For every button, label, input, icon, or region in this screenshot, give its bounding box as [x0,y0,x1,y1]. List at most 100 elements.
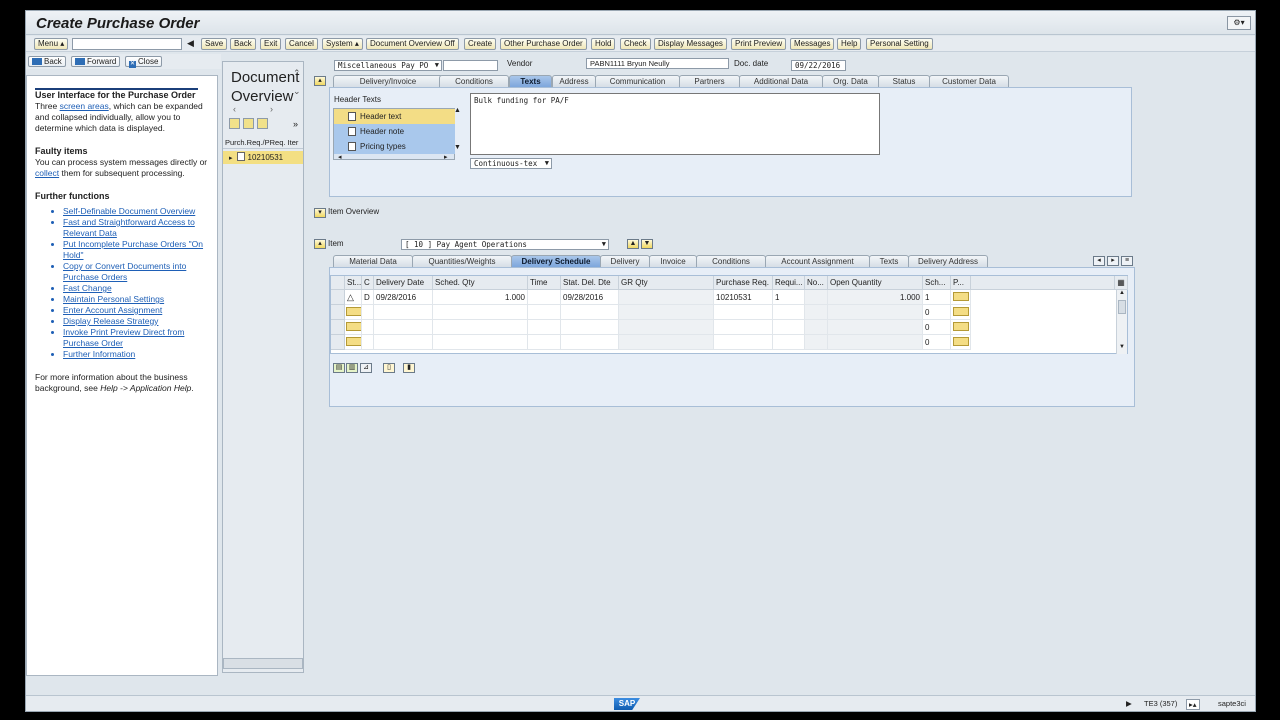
table-cell[interactable] [561,305,619,320]
deselect-all-icon[interactable]: ▥ [346,363,358,373]
tab-delivery-address[interactable]: Delivery Address [908,255,988,267]
tab-communication[interactable]: Communication [595,75,680,87]
next-item-button[interactable]: ▼ [641,239,653,249]
table-cell[interactable] [433,320,528,335]
col-header[interactable]: Purchase Req. [714,276,773,290]
item-overview-toggle-icon[interactable]: ▾ [314,208,326,218]
table-cell[interactable] [433,305,528,320]
table-settings-icon[interactable]: ▦ [1115,276,1128,290]
priority-cell[interactable] [953,337,969,346]
help-link[interactable]: Put Incomplete Purchase Orders "On Hold" [63,239,209,261]
table-cell[interactable] [561,335,619,350]
tab-delivery[interactable]: Delivery [600,255,650,267]
table-cell[interactable] [374,305,433,320]
overview-scrollbar[interactable] [223,658,303,669]
exit-button[interactable]: Exit [260,38,282,50]
table-cell[interactable]: D [362,290,374,305]
help-link[interactable]: Fast Change [63,283,209,294]
tab-delivery-invoice[interactable]: Delivery/Invoice [333,75,443,87]
col-header[interactable]: P... [951,276,971,290]
table-cell[interactable] [528,290,561,305]
help-link[interactable]: Fast and Straightforward Access to Relev… [63,217,209,239]
table-cell[interactable] [374,320,433,335]
status-expand-icon[interactable]: ▶ [1126,699,1132,708]
scroll-thumb[interactable] [1118,300,1126,314]
table-cell[interactable] [528,320,561,335]
tab-additional-data[interactable]: Additional Data [739,75,823,87]
table-cell[interactable] [714,305,773,320]
status-cell-input[interactable] [346,307,361,316]
pricing-types-item[interactable]: Pricing types [334,139,455,154]
doc-date-field[interactable]: 09/22/2016 [791,60,846,71]
tab-quantities-weights[interactable]: Quantities/Weights [412,255,512,267]
hold-button[interactable]: Hold [591,38,616,50]
tab-texts-item[interactable]: Texts [869,255,909,267]
priority-cell[interactable] [953,307,969,316]
personal-setting-button[interactable]: Personal Setting [866,38,933,50]
col-header[interactable]: Stat. Del. Dte [561,276,619,290]
tab-status[interactable]: Status [878,75,930,87]
row-selector[interactable] [331,320,345,335]
table-cell[interactable]: 09/28/2016 [374,290,433,305]
scroll-up-icon[interactable]: ⌃ [293,68,301,79]
tab-account-assignment[interactable]: Account Assignment [765,255,870,267]
help-link[interactable]: Copy or Convert Documents into Purchase … [63,261,209,283]
status-cell-input[interactable] [346,337,361,346]
col-header[interactable]: Time [528,276,561,290]
table-cell[interactable] [773,305,805,320]
scroll-up-icon[interactable]: ▲ [1119,290,1125,296]
adopt-icon[interactable] [257,118,269,129]
print-preview-button[interactable]: Print Preview [731,38,787,50]
help-link[interactable]: Enter Account Assignment [63,305,209,316]
help-link[interactable]: Invoke Print Preview Direct from Purchas… [63,327,209,349]
table-cell[interactable] [362,320,374,335]
screen-areas-link[interactable]: screen areas [60,101,109,111]
table-cell[interactable]: 1 [773,290,805,305]
tab-org-data[interactable]: Org. Data [822,75,879,87]
display-messages-button[interactable]: Display Messages [654,38,727,50]
table-cell[interactable] [714,335,773,350]
tab-conditions-item[interactable]: Conditions [696,255,766,267]
command-field[interactable] [72,38,182,50]
create-button[interactable]: Create [464,38,497,50]
priority-cell[interactable] [953,322,969,331]
table-cell[interactable] [528,305,561,320]
col-header[interactable]: GR Qty [619,276,714,290]
tab-conditions[interactable]: Conditions [439,75,509,87]
item-select[interactable]: [ 10 ] Pay Agent Operations ▼ [401,239,609,250]
item-detail-toggle-icon[interactable]: ▴ [314,239,326,249]
table-vertical-scrollbar[interactable]: ▲ ▼ [1116,290,1127,354]
expand-row-icon[interactable]: ▸ [229,155,233,162]
tab-texts[interactable]: Texts [509,75,552,87]
table-cell[interactable] [714,320,773,335]
table-cell[interactable] [433,335,528,350]
header-text-editor[interactable]: Bulk funding for PA/F [470,93,880,155]
back-button[interactable]: Back [230,38,256,50]
table-cell[interactable] [362,305,374,320]
enter-icon[interactable]: ◀ [187,38,194,49]
cancel-button[interactable]: Cancel [285,38,318,50]
col-header[interactable]: St... [345,276,362,290]
list-scroll-left-icon[interactable]: ◂ [338,153,342,161]
col-header[interactable]: C [362,276,374,290]
table-cell[interactable] [374,335,433,350]
generate-schedule-icon[interactable]: ⊿ [360,363,372,373]
header-note-item[interactable]: Header note [334,124,455,139]
select-all-icon[interactable]: ▤ [333,363,345,373]
scroll-right-icon[interactable]: › [270,104,273,114]
table-cell[interactable] [773,335,805,350]
table-cell[interactable] [528,335,561,350]
text-format-select[interactable]: Continuous-tex ▼ [470,158,552,169]
table-cell[interactable] [773,320,805,335]
tab-scroll-right-icon[interactable]: ▸ [1107,256,1119,266]
help-back-button[interactable]: Back [28,56,66,67]
tab-list-icon[interactable]: ≡ [1121,256,1133,266]
table-cell[interactable]: 09/28/2016 [561,290,619,305]
delete-row-icon[interactable]: ▯ [383,363,395,373]
tab-customer-data[interactable]: Customer Data [929,75,1009,87]
copy-icon[interactable] [243,118,255,129]
tab-address[interactable]: Address [552,75,596,87]
check-button[interactable]: Check [620,38,651,50]
header-text-item[interactable]: Header text [334,109,455,124]
other-purchase-order-button[interactable]: Other Purchase Order [500,38,587,50]
